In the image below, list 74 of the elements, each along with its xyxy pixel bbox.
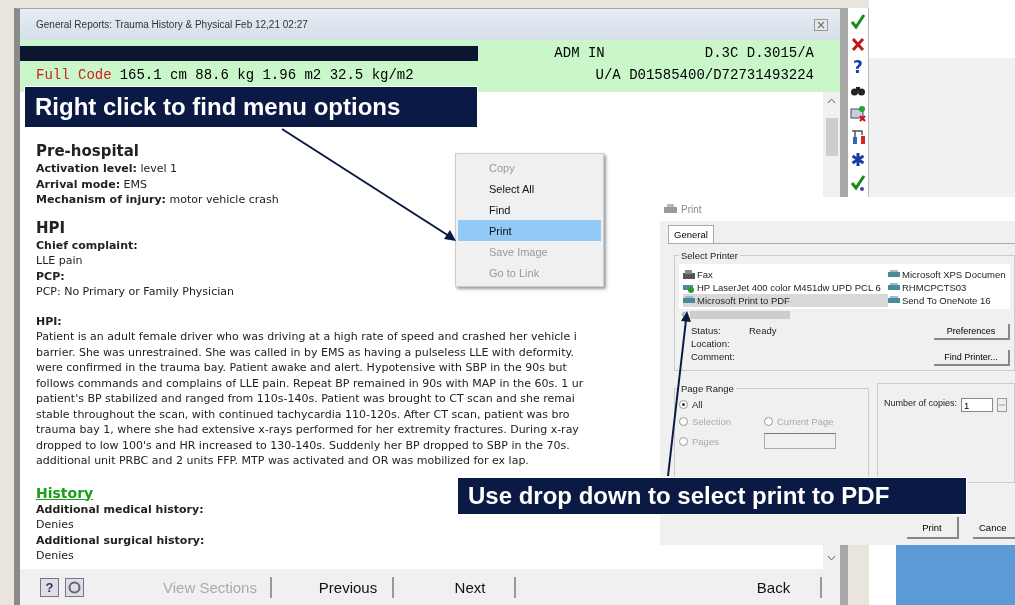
- printer-item[interactable]: HP LaserJet 400 color M451dw UPD PCL 6: [683, 281, 888, 294]
- radio-option[interactable]: All: [679, 399, 859, 410]
- help-button[interactable]: ?: [40, 577, 59, 597]
- scroll-left-icon[interactable]: [681, 311, 686, 318]
- printer-icon: [683, 296, 695, 305]
- dialog-button[interactable]: Print: [907, 517, 959, 539]
- asterisk-icon[interactable]: [850, 150, 866, 169]
- admission-status: ADM IN: [554, 45, 605, 61]
- scroll-up-icon[interactable]: [827, 98, 836, 104]
- measurements: 165.1 cm 88.6 kg 1.96 m2 32.5 kg/m2: [119, 67, 414, 83]
- field-label: Additional medical history:: [36, 501, 204, 517]
- network-icon[interactable]: [850, 127, 866, 146]
- status-label: Comment:: [691, 351, 736, 362]
- fax-icon: [683, 270, 695, 279]
- dialog-title: Print: [681, 203, 702, 215]
- code-status: Full Code: [36, 67, 112, 83]
- printer-item[interactable]: Fax: [683, 268, 888, 281]
- hpi-paragraph: Patient is an adult female driver who was driving at a high rate of speed and crashed her vehicle i barrier. She was unrestrained. She was called in by EMS as having a pulseless LLE with deformity. were confirmed in the trauma bay. Patient awake and alert. Hypotensive with SBP in the 90s but follows commands and complains of LLE pain. Repeat BP remained in 90s with MAP in the 60s. 1 ur patient's BP stabilized and ranged from 110s-140s. Patient was brought to CT scan and she remai stable throughout the scan, with continued tachycardia 110-120s. After CT scan, patient was bro trauma bay 1, where she had extensive x-rays performed for her extremity fractures. During x-ray dropped to low 100's and HR increased to 130-140s. Suddenly her BP dropped to SBP in the 70s. additional unit PRBC and 2 units FFP. MTP was activated and OR was mobilized for ex lap.: [36, 329, 584, 469]
- printer-icon: [888, 296, 900, 305]
- field-label: Chief complaint:: [36, 237, 138, 253]
- scrollbar-thumb[interactable]: [825, 118, 838, 156]
- field-label: Additional surgical history:: [36, 532, 205, 548]
- patient-location: D.3C D.3015/A: [704, 45, 814, 61]
- section-heading: HPI: [36, 218, 66, 238]
- printer-item[interactable]: Microsoft Print to PDF: [683, 294, 888, 307]
- callout: Use drop down to select print to PDF: [457, 477, 967, 515]
- status-value: Ready: [749, 325, 778, 336]
- menu-item[interactable]: Find: [458, 199, 601, 220]
- scroll-down-icon[interactable]: [827, 555, 836, 561]
- group-label: Page Range: [680, 383, 735, 394]
- section-heading: Pre-hospital: [36, 142, 139, 161]
- check-icon[interactable]: [850, 12, 866, 31]
- check-user-icon[interactable]: [850, 173, 866, 192]
- nav-button[interactable]: Previous: [304, 576, 394, 598]
- printer-icon: [664, 203, 677, 215]
- group-label: Select Printer: [680, 250, 740, 261]
- field-text: Mechanism of injury: motor vehicle crash: [36, 192, 279, 208]
- default-printer-icon: [683, 282, 695, 293]
- field-text: Activation level: level 1: [36, 161, 178, 177]
- spinner-icon[interactable]: [997, 398, 1008, 412]
- close-icon[interactable]: [850, 35, 866, 54]
- status-label: Status:: [691, 325, 722, 336]
- radio-icon[interactable]: [679, 400, 688, 409]
- copies-label: Number of copies:: [884, 398, 958, 408]
- settings-button[interactable]: [65, 577, 84, 597]
- field-text: LLE pain: [36, 253, 83, 269]
- scrollbar-thumb[interactable]: [690, 310, 790, 319]
- field-text: Arrival mode: EMS: [36, 176, 147, 192]
- printer-icon: [888, 270, 900, 279]
- copies-field[interactable]: 1: [961, 398, 994, 412]
- help-icon[interactable]: ?: [853, 58, 863, 77]
- account-number: U/A D01585400/D72731493224: [595, 67, 814, 83]
- field-label: HPI:: [36, 313, 62, 329]
- field-text: PCP: No Primary or Family Physician: [36, 284, 234, 300]
- menu-item[interactable]: Select All: [458, 178, 601, 199]
- field-text: Denies: [36, 548, 74, 564]
- field-text: Denies: [36, 517, 74, 533]
- menu-item[interactable]: Print: [458, 220, 601, 241]
- tab[interactable]: General: [668, 225, 714, 243]
- pages-field[interactable]: [764, 433, 836, 449]
- back-button[interactable]: Back: [727, 576, 822, 598]
- table-icon[interactable]: [850, 104, 866, 123]
- window-title: General Reports: Trauma History & Physical Feb 12,21 02:27: [36, 19, 308, 30]
- printer-item[interactable]: Send To OneNote 16: [888, 294, 1010, 307]
- close-icon[interactable]: [814, 18, 828, 31]
- printer-item[interactable]: RHMCPCTS03: [888, 281, 1010, 294]
- nav-button[interactable]: Next: [426, 576, 516, 598]
- dialog-button[interactable]: Find Printer...: [934, 350, 1010, 366]
- field-label: PCP:: [36, 268, 65, 284]
- printer-icon: [888, 283, 900, 292]
- status-label: Location:: [691, 338, 731, 349]
- printer-item[interactable]: Microsoft XPS Documen: [888, 268, 1010, 281]
- dialog-button[interactable]: Preferences: [934, 324, 1010, 340]
- callout: Right click to find menu options: [24, 86, 478, 128]
